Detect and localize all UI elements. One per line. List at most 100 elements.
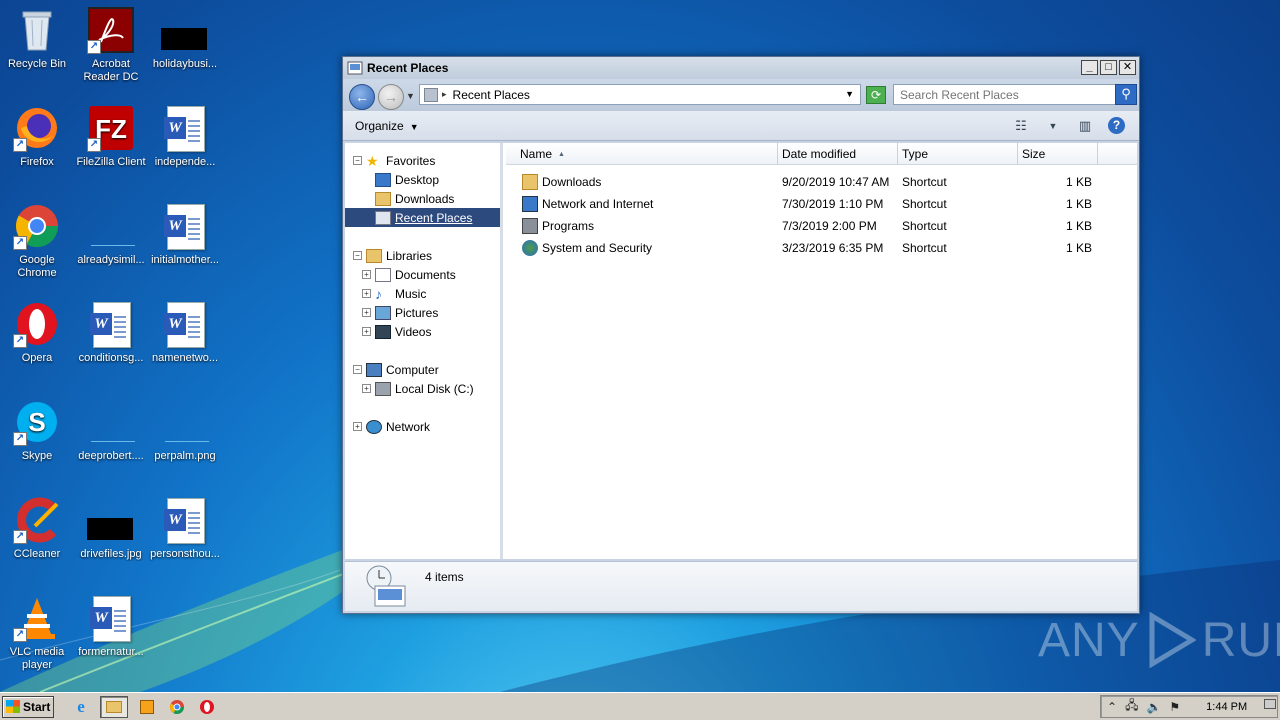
search-box[interactable]: ⚲: [893, 84, 1137, 105]
tree-label: Pictures: [395, 305, 439, 320]
desktop-icon-skype[interactable]: S ↗ Skype: [0, 398, 74, 488]
recent-places-icon: [347, 61, 363, 75]
maximize-button[interactable]: □: [1100, 60, 1117, 75]
desktop-icon-label: VLC media player: [9, 646, 65, 671]
breadcrumb-separator-icon[interactable]: ▸: [442, 89, 447, 100]
desktop-icon-holidaybusi[interactable]: holidaybusi...: [148, 6, 222, 96]
expand-icon[interactable]: +: [353, 422, 362, 431]
view-options-dropdown-icon[interactable]: ▼: [1044, 118, 1062, 134]
network-status-icon[interactable]: 🖧: [1125, 696, 1138, 717]
search-icon[interactable]: ⚲: [1115, 84, 1137, 105]
desktop-icon-chrome[interactable]: ↗ Google Chrome: [0, 202, 74, 292]
desktop-icon-personsthou[interactable]: W personsthou...: [148, 496, 222, 586]
expand-icon[interactable]: +: [362, 327, 371, 336]
desktop-icon-ccleaner[interactable]: ↗ CCleaner: [0, 496, 74, 586]
change-view-icon[interactable]: ☷: [1012, 118, 1030, 134]
expand-icon[interactable]: +: [362, 270, 371, 279]
tree-item-recent-places[interactable]: Recent Places: [345, 208, 500, 227]
desktop-icon-label: namenetwo...: [151, 352, 219, 364]
action-center-flag-icon[interactable]: ⚑: [1169, 700, 1180, 714]
start-button[interactable]: Start: [2, 695, 54, 718]
back-button[interactable]: ←: [349, 84, 375, 110]
command-toolbar: Organize ▼ ☷ ▼ ▥ ?: [343, 111, 1139, 141]
desktop-icon-alreadysimil[interactable]: alreadysimil...: [74, 202, 148, 292]
expand-icon[interactable]: +: [362, 308, 371, 317]
desktop-icon-initialmother[interactable]: W initialmother...: [148, 202, 222, 292]
preview-pane-icon[interactable]: ▥: [1076, 118, 1094, 134]
minimize-button[interactable]: _: [1081, 60, 1098, 75]
tree-item-videos[interactable]: + Videos: [345, 322, 500, 341]
expand-icon[interactable]: +: [362, 289, 371, 298]
window-titlebar[interactable]: Recent Places _ □ ✕: [343, 57, 1139, 79]
tree-item-downloads[interactable]: Downloads: [345, 189, 500, 208]
desktop-icon-firefox[interactable]: ↗ Firefox: [0, 104, 74, 194]
desktop-icon-filezilla[interactable]: FZ ↗ FileZilla Client: [74, 104, 148, 194]
search-input[interactable]: [900, 87, 1110, 102]
desktop-icon-drivefiles[interactable]: drivefiles.jpg: [74, 496, 148, 586]
file-explorer-taskbar-button[interactable]: [100, 695, 128, 718]
expand-icon[interactable]: +: [362, 384, 371, 393]
collapse-icon[interactable]: −: [353, 251, 362, 260]
desktop-icon-formernatur[interactable]: W formernatur...: [74, 594, 148, 684]
desktop-icon-perpalm[interactable]: perpalm.png: [148, 398, 222, 488]
collapse-icon[interactable]: −: [353, 156, 362, 165]
image-file-icon: [161, 398, 209, 446]
tree-item-local-disk[interactable]: + Local Disk (C:): [345, 379, 500, 398]
close-button[interactable]: ✕: [1119, 60, 1136, 75]
item-count: 4 items: [425, 570, 464, 584]
organize-button[interactable]: Organize ▼: [355, 119, 419, 133]
desktop-icon-acrobat[interactable]: ↗ Acrobat Reader DC: [74, 6, 148, 96]
media-player-icon[interactable]: [136, 696, 158, 718]
desktop-icon-opera[interactable]: ↗ Opera: [0, 300, 74, 390]
file-size: 1 KB: [1065, 175, 1092, 189]
help-icon[interactable]: ?: [1108, 117, 1125, 134]
history-dropdown-icon[interactable]: ▼: [406, 91, 415, 101]
file-row[interactable]: System and Security 3/23/2019 6:35 PM Sh…: [506, 237, 1137, 259]
desktop-icon-label: Opera: [21, 352, 53, 364]
tree-item-music[interactable]: + ♪ Music: [345, 284, 500, 303]
desktop-icon-recycle-bin[interactable]: Recycle Bin: [0, 6, 74, 96]
tree-item-favorites[interactable]: − ★ Favorites: [345, 151, 500, 170]
tree-item-pictures[interactable]: + Pictures: [345, 303, 500, 322]
column-header-date[interactable]: Date modified: [778, 143, 898, 164]
desktop-icon-independe[interactable]: W independe...: [148, 104, 222, 194]
address-location[interactable]: Recent Places: [453, 88, 530, 102]
downloads-folder-icon: [375, 191, 391, 206]
column-header-size[interactable]: Size: [1018, 143, 1098, 164]
address-field[interactable]: ▸ Recent Places ▼: [419, 84, 861, 105]
file-row[interactable]: Network and Internet 7/30/2019 1:10 PM S…: [506, 193, 1137, 215]
show-desktop-button[interactable]: [1264, 699, 1276, 709]
file-row[interactable]: Downloads 9/20/2019 10:47 AM Shortcut 1 …: [506, 171, 1137, 193]
show-hidden-icons-icon[interactable]: ⌃: [1107, 700, 1117, 714]
opera-taskbar-icon[interactable]: [196, 696, 218, 718]
tree-item-desktop[interactable]: Desktop: [345, 170, 500, 189]
file-size: 1 KB: [1065, 219, 1092, 233]
clock[interactable]: 1:44 PM: [1206, 701, 1247, 713]
column-header-type[interactable]: Type: [898, 143, 1018, 164]
internet-explorer-icon[interactable]: e: [70, 696, 92, 718]
navigation-pane[interactable]: − ★ Favorites Desktop Downloads Recent P…: [345, 143, 503, 559]
desktop-icon-namenetwo[interactable]: W namenetwo...: [148, 300, 222, 390]
desktop-icon-vlc[interactable]: ↗ VLC media player: [0, 594, 74, 684]
collapse-icon[interactable]: −: [353, 365, 362, 374]
explorer-window[interactable]: Recent Places _ □ ✕ ← → ▼ ▸ Recent Place…: [342, 56, 1140, 614]
tree-item-computer[interactable]: − Computer: [345, 360, 500, 379]
file-row[interactable]: Programs 7/3/2019 2:00 PM Shortcut 1 KB: [506, 215, 1137, 237]
column-header-name[interactable]: Name ▲: [506, 143, 778, 164]
word-document-icon: W: [161, 496, 209, 544]
forward-button[interactable]: →: [378, 84, 404, 110]
taskbar: Start e ⌃ 🖧 🔈 ⚑ 1:44 PM: [0, 692, 1280, 720]
tree-item-libraries[interactable]: − Libraries: [345, 246, 500, 265]
desktop-icon-label: perpalm.png: [154, 450, 216, 462]
file-list-pane[interactable]: Name ▲ Date modified Type Size Downloads …: [506, 143, 1137, 559]
refresh-button[interactable]: ⟳: [866, 86, 886, 104]
file-type: Shortcut: [902, 219, 947, 233]
file-date: 3/23/2019 6:35 PM: [782, 241, 884, 255]
desktop-icon-conditionsg[interactable]: W conditionsg...: [74, 300, 148, 390]
tree-item-network[interactable]: + Network: [345, 417, 500, 436]
desktop-icon-deeprobert[interactable]: deeprobert....: [74, 398, 148, 488]
volume-icon[interactable]: 🔈: [1146, 700, 1161, 714]
chrome-taskbar-icon[interactable]: [166, 696, 188, 718]
address-dropdown-icon[interactable]: ▼: [845, 89, 854, 99]
tree-item-documents[interactable]: + Documents: [345, 265, 500, 284]
